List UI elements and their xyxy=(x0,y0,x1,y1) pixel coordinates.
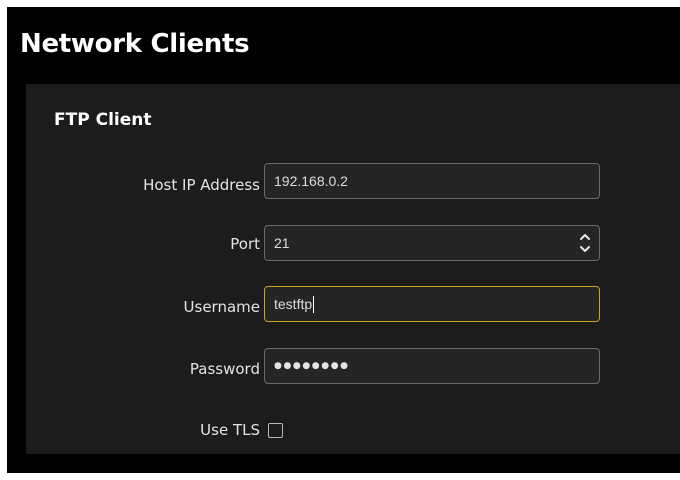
username-value: testftp xyxy=(274,296,313,312)
host-ip-label: Host IP Address xyxy=(143,176,260,194)
port-value: 21 xyxy=(274,235,290,251)
password-input[interactable]: ●●●●●●●● xyxy=(264,348,600,384)
username-label: Username xyxy=(183,298,260,316)
ftp-client-section: FTP Client Host IP Address 192.168.0.2 P… xyxy=(26,84,680,454)
text-caret xyxy=(313,295,315,313)
username-input[interactable]: testftp xyxy=(264,286,600,322)
host-ip-value: 192.168.0.2 xyxy=(274,173,348,189)
spin-up-icon[interactable] xyxy=(579,232,591,242)
page-title: Network Clients xyxy=(20,29,250,59)
username-value-wrap: testftp xyxy=(274,287,315,321)
port-input[interactable]: 21 xyxy=(264,225,600,261)
port-spinner[interactable] xyxy=(579,232,591,254)
host-ip-input[interactable]: 192.168.0.2 xyxy=(264,163,600,199)
port-label: Port xyxy=(230,235,260,253)
password-label: Password xyxy=(189,360,260,378)
spin-down-icon[interactable] xyxy=(579,244,591,254)
use-tls-label: Use TLS xyxy=(200,421,260,439)
use-tls-checkbox[interactable] xyxy=(268,423,283,438)
password-value: ●●●●●●●● xyxy=(274,361,350,371)
section-title: FTP Client xyxy=(54,110,152,130)
settings-window: Network Clients FTP Client Host IP Addre… xyxy=(7,7,680,473)
